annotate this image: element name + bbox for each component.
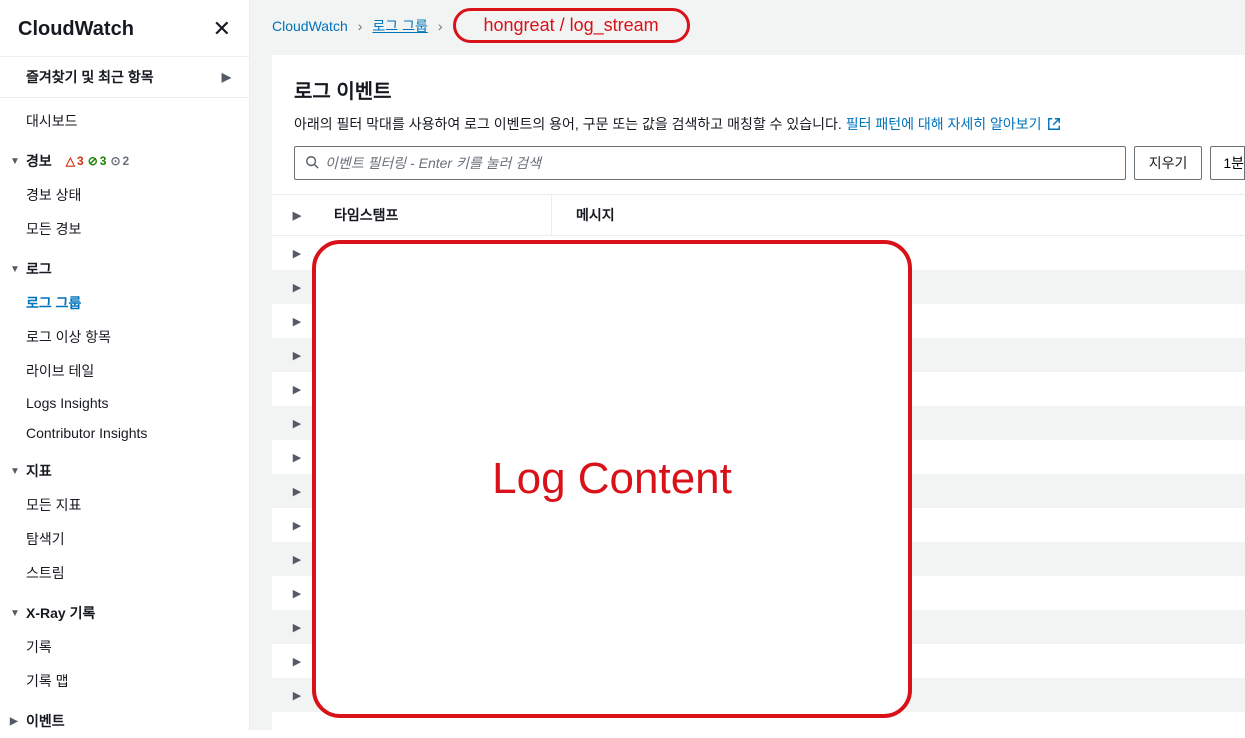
caret-right-icon: ▶	[293, 209, 301, 222]
sidebar-group-alarms: ▼ 경보 △3 ⊘3 ⊙2 경보 상태 모든 경보	[0, 144, 249, 246]
logs-label: 로그	[26, 259, 52, 279]
sidebar-item-alarm-state[interactable]: 경보 상태	[0, 178, 249, 212]
favorites-label: 즐겨찾기 및 최근 항목	[26, 67, 154, 87]
col-timestamp[interactable]: 타임스탬프	[322, 195, 552, 235]
search-input-wrap[interactable]	[294, 146, 1126, 180]
external-link-icon	[1047, 117, 1061, 134]
clear-button[interactable]: 지우기	[1134, 146, 1203, 180]
alarm-badges: △3 ⊘3 ⊙2	[66, 154, 129, 168]
breadcrumb-log-groups[interactable]: 로그 그룹	[372, 16, 427, 36]
search-input[interactable]	[325, 155, 1115, 171]
xray-label: X-Ray 기록	[26, 603, 95, 623]
table-rows: ▶▶▶▶▶▶▶▶▶▶▶▶▶▶ Log Content	[272, 236, 1245, 730]
filter-pattern-link-label: 필터 패턴에 대해 자세히 알아보기	[846, 116, 1042, 132]
card-description: 아래의 필터 막대를 사용하여 로그 이벤트의 용어, 구문 또는 값을 검색하…	[294, 114, 1245, 146]
sidebar-group-metrics: ▼ 지표 모든 지표 탐색기 스트림	[0, 454, 249, 590]
alarm-triangle-icon: △3	[66, 154, 84, 168]
close-icon[interactable]: ✕	[213, 16, 231, 42]
sidebar-group-events-title[interactable]: ▶ 이벤트	[0, 704, 249, 738]
breadcrumb-cloudwatch[interactable]: CloudWatch	[272, 18, 348, 34]
metrics-label: 지표	[26, 461, 52, 481]
card-title: 로그 이벤트	[294, 75, 1245, 114]
sidebar-item-live-tail[interactable]: 라이브 테일	[0, 354, 249, 388]
sidebar-favorites[interactable]: 즐겨찾기 및 최근 항목 ▶	[0, 56, 249, 98]
search-row: 지우기 1분	[294, 146, 1245, 194]
breadcrumb-current-label: hongreat / log_stream	[484, 15, 659, 36]
sidebar-group-alarms-title[interactable]: ▼ 경보 △3 ⊘3 ⊙2	[0, 144, 249, 178]
sidebar-header: CloudWatch ✕	[0, 0, 249, 50]
sidebar-item-logs-insights[interactable]: Logs Insights	[0, 388, 249, 418]
caret-down-icon: ▼	[10, 608, 20, 619]
app-title: CloudWatch	[18, 18, 134, 41]
breadcrumb: CloudWatch › 로그 그룹 › hongreat / log_stre…	[250, 0, 1245, 55]
sidebar-item-dashboard[interactable]: 대시보드	[0, 104, 249, 138]
alarm-red-count: 3	[77, 154, 84, 168]
alarm-circle-icon: ⊙2	[110, 154, 129, 168]
filter-pattern-link[interactable]: 필터 패턴에 대해 자세히 알아보기	[846, 116, 1062, 132]
search-icon	[305, 155, 319, 172]
sidebar-item-log-anomalies[interactable]: 로그 이상 항목	[0, 320, 249, 354]
events-label: 이벤트	[26, 711, 65, 731]
sidebar-group-xray: ▼ X-Ray 기록 기록 기록 맵	[0, 596, 249, 698]
alarm-green-count: 3	[100, 154, 107, 168]
overlay-label: Log Content	[492, 454, 732, 504]
table-header: ▶ 타임스탬프 메시지	[272, 194, 1245, 236]
sidebar: CloudWatch ✕ 즐겨찾기 및 최근 항목 ▶ 대시보드 ▼ 경보 △3…	[0, 0, 250, 730]
caret-down-icon: ▼	[10, 156, 20, 167]
time-range-label: 1분	[1223, 153, 1244, 173]
log-events-card: 로그 이벤트 아래의 필터 막대를 사용하여 로그 이벤트의 용어, 구문 또는…	[272, 55, 1245, 730]
sidebar-nav: 대시보드 ▼ 경보 △3 ⊘3 ⊙2 경보 상태 모든 경보 ▼ 로그	[0, 98, 249, 738]
caret-down-icon: ▼	[10, 466, 20, 477]
chevron-right-icon: ›	[358, 18, 363, 34]
sidebar-item-stream[interactable]: 스트림	[0, 556, 249, 590]
sidebar-group-events: ▶ 이벤트	[0, 704, 249, 738]
sidebar-group-xray-title[interactable]: ▼ X-Ray 기록	[0, 596, 249, 630]
sidebar-item-all-metrics[interactable]: 모든 지표	[0, 488, 249, 522]
alarms-label: 경보	[26, 151, 52, 171]
chevron-right-icon: ›	[438, 18, 443, 34]
col-message[interactable]: 메시지	[552, 195, 1245, 235]
caret-down-icon: ▼	[10, 264, 20, 275]
sidebar-group-logs-title[interactable]: ▼ 로그	[0, 252, 249, 286]
sidebar-item-log-groups[interactable]: 로그 그룹	[0, 286, 249, 320]
card-desc-text: 아래의 필터 막대를 사용하여 로그 이벤트의 용어, 구문 또는 값을 검색하…	[294, 116, 846, 132]
alarm-grey-count: 2	[123, 154, 130, 168]
chevron-right-icon: ▶	[222, 70, 231, 84]
sidebar-item-explorer[interactable]: 탐색기	[0, 522, 249, 556]
sidebar-group-metrics-title[interactable]: ▼ 지표	[0, 454, 249, 488]
sidebar-item-contributor-insights[interactable]: Contributor Insights	[0, 418, 249, 448]
time-range-button[interactable]: 1분	[1210, 146, 1245, 180]
sidebar-item-all-alarms[interactable]: 모든 경보	[0, 212, 249, 246]
log-content-overlay: Log Content	[312, 240, 912, 718]
expand-all-toggle[interactable]: ▶	[272, 195, 322, 235]
main-content: CloudWatch › 로그 그룹 › hongreat / log_stre…	[250, 0, 1245, 730]
breadcrumb-current-highlight: hongreat / log_stream	[453, 8, 690, 43]
alarm-check-icon: ⊘3	[88, 154, 107, 168]
sidebar-item-trace-map[interactable]: 기록 맵	[0, 664, 249, 698]
sidebar-item-traces[interactable]: 기록	[0, 630, 249, 664]
sidebar-group-logs: ▼ 로그 로그 그룹 로그 이상 항목 라이브 테일 Logs Insights…	[0, 252, 249, 448]
caret-right-icon: ▶	[10, 716, 20, 727]
